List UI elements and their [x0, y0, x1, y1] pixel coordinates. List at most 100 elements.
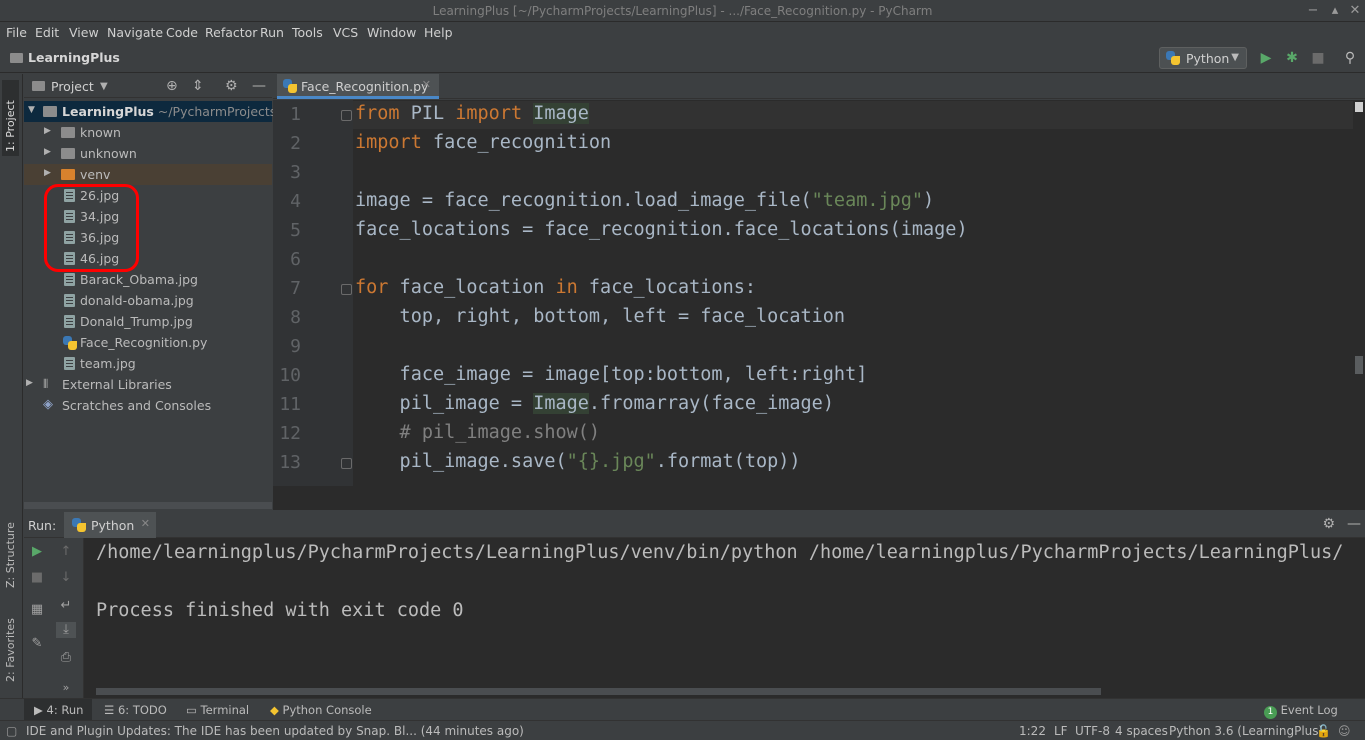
menu-window[interactable]: Window: [367, 25, 416, 40]
scroll-thumb[interactable]: [1355, 356, 1363, 374]
line-number: 1: [290, 104, 301, 125]
run-tab-python[interactable]: Python ✕: [64, 512, 156, 538]
code-line-5: face_locations = face_recognition.face_l…: [355, 219, 968, 240]
horizontal-scrollbar[interactable]: [24, 502, 272, 509]
tree-folder-unknown[interactable]: ▶ unknown: [24, 143, 272, 164]
tree-file[interactable]: Face_Recognition.py: [24, 332, 272, 353]
editor-scrollbar[interactable]: [1353, 100, 1365, 486]
highlighted-identifier: Image: [533, 393, 589, 414]
tab-todo-label: 6: TODO: [117, 703, 167, 717]
close-icon[interactable]: ✕: [1344, 2, 1365, 20]
hide-icon[interactable]: —: [1347, 516, 1361, 532]
scroll-to-end-icon[interactable]: ⤓: [56, 622, 76, 638]
code-line-4: image = face_recognition.load_image_file…: [355, 190, 934, 211]
code-text: .format(top)): [655, 451, 801, 472]
scratches-label: Scratches and Consoles: [62, 398, 212, 413]
menu-view[interactable]: View: [69, 25, 99, 40]
tab-terminal[interactable]: ▭ Terminal: [180, 699, 260, 721]
tab-project[interactable]: 1: Project: [2, 80, 19, 156]
pin-icon[interactable]: ✎: [29, 636, 45, 652]
stop-icon[interactable]: ■: [1310, 50, 1326, 66]
fold-icon[interactable]: [341, 458, 352, 469]
code-line-12: # pil_image.show(): [355, 422, 601, 443]
tree-file[interactable]: Barack_Obama.jpg: [24, 269, 272, 290]
debug-icon[interactable]: ✱: [1284, 50, 1300, 66]
tree-file[interactable]: team.jpg: [24, 353, 272, 374]
run-config-label: Python: [1186, 51, 1230, 66]
line-number: 9: [290, 336, 301, 357]
event-count-badge: 1: [1264, 706, 1277, 719]
tab-favorites[interactable]: 2: Favorites: [2, 604, 19, 686]
up-arrow-icon[interactable]: ↑: [58, 544, 74, 560]
project-view-select[interactable]: Project: [51, 79, 94, 94]
tab-structure[interactable]: Z: Structure: [2, 506, 19, 592]
external-libraries-label: External Libraries: [62, 377, 172, 392]
soft-wrap-icon[interactable]: ↵: [58, 598, 74, 614]
menu-edit[interactable]: Edit: [35, 25, 59, 40]
run-configuration-select[interactable]: Python ▼: [1159, 47, 1247, 69]
tab-todo[interactable]: ☰ 6: TODO: [96, 699, 176, 721]
menu-help[interactable]: Help: [424, 25, 453, 40]
tree-file[interactable]: donald-obama.jpg: [24, 290, 272, 311]
locate-icon[interactable]: ⊕: [166, 78, 178, 94]
line-separator[interactable]: LF: [1054, 724, 1068, 738]
down-arrow-icon[interactable]: ↓: [58, 570, 74, 586]
python-console-icon: ◆: [270, 703, 279, 717]
restore-icon[interactable]: ▴: [1324, 2, 1346, 20]
status-message[interactable]: IDE and Plugin Updates: The IDE has been…: [26, 724, 524, 738]
run-icon[interactable]: ▶: [1258, 50, 1274, 66]
rerun-icon[interactable]: ▶: [29, 544, 45, 560]
interpreter[interactable]: Python 3.6 (LearningPlus): [1169, 724, 1323, 738]
tree-scratches[interactable]: ◈ Scratches and Consoles: [24, 395, 272, 416]
indent-setting[interactable]: 4 spaces: [1115, 724, 1168, 738]
breadcrumb-project[interactable]: LearningPlus: [28, 50, 120, 65]
tree-folder-venv[interactable]: ▶ venv: [24, 164, 272, 185]
close-tab-icon[interactable]: ✕: [422, 78, 431, 91]
line-number: 11: [279, 394, 301, 415]
minimize-icon[interactable]: −: [1302, 2, 1324, 20]
tab-run[interactable]: ▶ 4: Run: [24, 699, 92, 721]
toggle-tool-windows-icon[interactable]: ▢: [6, 724, 17, 738]
chevron-down-icon[interactable]: ▼: [100, 81, 108, 92]
code-line-8: top, right, bottom, left = face_location: [355, 306, 846, 327]
close-tab-icon[interactable]: ✕: [141, 517, 150, 530]
tree-external-libraries[interactable]: ▶ ⦀ External Libraries: [24, 374, 272, 395]
tab-face-recognition[interactable]: Face_Recognition.py ✕: [277, 74, 439, 99]
lock-icon[interactable]: 🔓: [1316, 724, 1331, 738]
menu-tools[interactable]: Tools: [292, 25, 323, 40]
menu-run[interactable]: Run: [260, 25, 284, 40]
folder-label: unknown: [80, 146, 137, 161]
menu-navigate[interactable]: Navigate: [107, 25, 163, 40]
caret-position[interactable]: 1:22: [1019, 724, 1046, 738]
menu-file[interactable]: File: [6, 25, 27, 40]
navigation-bar: LearningPlus Python ▼ ▶ ✱ ■ ⚲: [0, 44, 1365, 73]
tree-file[interactable]: Donald_Trump.jpg: [24, 311, 272, 332]
menu-vcs[interactable]: VCS: [333, 25, 358, 40]
layout-icon[interactable]: ▦: [29, 602, 45, 618]
tree-root[interactable]: ▼ LearningPlus ~/PycharmProjects/Lea: [24, 101, 303, 122]
menu-code[interactable]: Code: [166, 25, 198, 40]
code-text: image = face_recognition.load_image_file…: [355, 190, 812, 211]
more-icon[interactable]: »: [58, 680, 74, 696]
collapse-all-icon[interactable]: ⇕: [192, 78, 204, 94]
tree-folder-known[interactable]: ▶ known: [24, 122, 272, 143]
tab-python-console[interactable]: ◆ Python Console: [264, 699, 384, 721]
gear-icon[interactable]: ⚙: [225, 78, 238, 94]
console-scrollbar[interactable]: [96, 688, 1101, 695]
line-number: 7: [290, 278, 301, 299]
menu-refactor[interactable]: Refactor: [205, 25, 257, 40]
fold-icon[interactable]: [341, 110, 352, 121]
code-editor[interactable]: 1 2 3 4 5 6 7 8 9 10 11 12 13 from PIL i…: [273, 100, 1365, 486]
tab-event-log[interactable]: 1 Event Log: [1262, 699, 1362, 721]
fold-icon[interactable]: [341, 284, 352, 295]
gear-icon[interactable]: ⚙: [1322, 516, 1335, 532]
file-encoding[interactable]: UTF-8: [1075, 724, 1110, 738]
hide-icon[interactable]: —: [252, 78, 266, 94]
stop-icon[interactable]: ■: [29, 570, 45, 586]
collapsed-arrow-icon: ▶: [44, 147, 51, 157]
search-icon[interactable]: ⚲: [1342, 50, 1358, 66]
keyword: for: [355, 277, 389, 298]
print-icon[interactable]: ⎙: [58, 650, 74, 666]
inspector-icon[interactable]: ☺: [1338, 724, 1351, 738]
expanded-arrow-icon: ▼: [28, 105, 35, 115]
